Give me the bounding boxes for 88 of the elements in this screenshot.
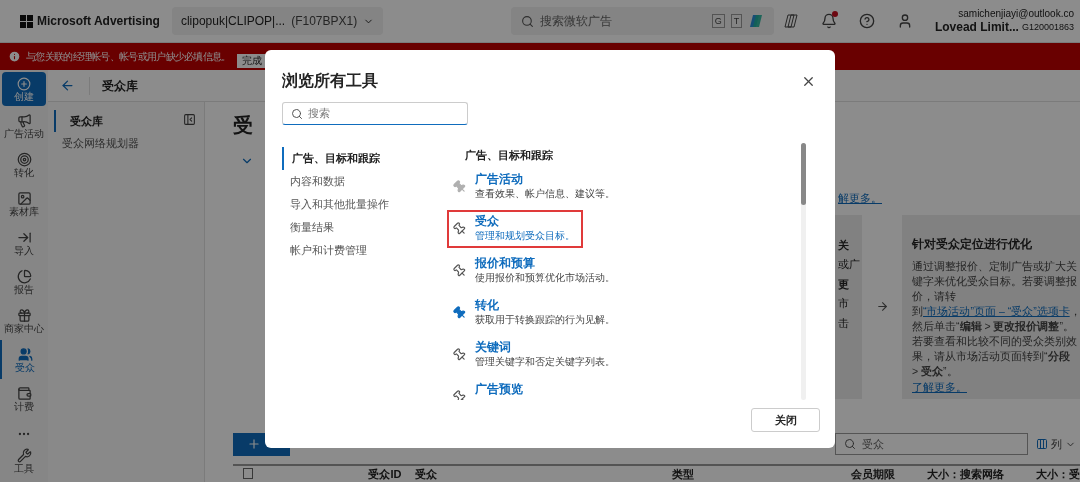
- tool-description: 管理和规划受众目标。: [475, 228, 575, 242]
- plus-icon: [17, 76, 31, 91]
- tool-item[interactable]: 报价和预算 使用报价和预算优化市场活动。: [447, 251, 623, 290]
- columns-icon: [1036, 438, 1048, 450]
- category-tab[interactable]: 衡量结果: [282, 216, 447, 239]
- column-header[interactable]: 会员期限: [807, 465, 902, 482]
- pie-chart-icon: [16, 268, 32, 284]
- alert-message: 与您关联的经理帐号、帐号或用户缺少必填信息。: [26, 50, 231, 64]
- search-icon: [291, 107, 303, 120]
- search-icon: [844, 438, 856, 450]
- tool-description: 获取用于转换跟踪的行为见解。: [475, 312, 615, 326]
- nav-item[interactable]: 报告: [0, 262, 48, 301]
- sidebar-item[interactable]: 受众网络规划器: [48, 132, 204, 154]
- tool-item[interactable]: 受众 管理和规划受众目标。: [447, 209, 583, 248]
- tool-description: 管理关键字和否定关键字列表。: [475, 354, 615, 368]
- column-header[interactable]: 大小：搜索网络: [901, 465, 1013, 482]
- tool-item[interactable]: 转化 获取用于转换跟踪的行为见解。: [447, 293, 623, 332]
- wrench-icon: [16, 447, 32, 463]
- dialog-title: 浏览所有工具: [282, 71, 378, 91]
- alert-icon: [8, 50, 21, 63]
- tool-item[interactable]: 广告预览: [447, 377, 531, 400]
- wallet-icon: [16, 385, 32, 401]
- logo-icon: [20, 14, 33, 28]
- column-header[interactable]: 类型: [672, 465, 808, 482]
- image-icon: [16, 190, 32, 206]
- gift-icon: [16, 307, 32, 323]
- learn-more-link[interactable]: 解更多。: [838, 190, 882, 207]
- tool-title[interactable]: 报价和预算: [475, 255, 615, 271]
- key-badge: T: [730, 14, 743, 28]
- scrollbar[interactable]: [801, 143, 806, 400]
- create-button[interactable]: 创建: [2, 72, 46, 106]
- nav-item[interactable]: 导入: [0, 223, 48, 262]
- account-selector[interactable]: clipopuk|CLIPOP|... (F107BPX1): [171, 7, 384, 35]
- page-title: 受: [233, 113, 253, 138]
- notification-icon[interactable]: [820, 13, 837, 29]
- nav-item[interactable]: 素材库: [0, 184, 48, 223]
- card-text: 市: [838, 296, 850, 311]
- plus-icon: [247, 437, 261, 451]
- people-icon: [17, 346, 33, 362]
- arrow-icon: [875, 300, 889, 313]
- card-text: 通过调整报价、定制广告或扩大关键字来优化受众目标。若要调整报价，请转到“市场活动”页面 – “受众”选项卡，然后单击“编辑 > 更改报价调整”。若要查看和比较不同的受众类别效果，请从市场活动页面转到“分段 > 受众”。: [912, 258, 1078, 379]
- section-title: 广告、目标和跟踪: [465, 148, 554, 163]
- nav-item[interactable]: 工具: [0, 441, 48, 480]
- filter-field[interactable]: 受众: [835, 433, 1028, 455]
- sidebar-item[interactable]: 受众库: [54, 110, 204, 132]
- tool-item[interactable]: 关键词 管理关键字和否定关键字列表。: [447, 335, 623, 374]
- search-field[interactable]: 搜索微软广告 G T: [511, 7, 775, 35]
- nav-item[interactable]: 计费: [0, 379, 48, 418]
- back-icon[interactable]: [60, 78, 75, 93]
- column-header[interactable]: 大小：受: [1012, 465, 1080, 482]
- help-icon[interactable]: [858, 13, 875, 29]
- nav-item[interactable]: 广告活动: [0, 106, 48, 145]
- nav-item[interactable]: 转化: [0, 145, 48, 184]
- column-header[interactable]: 受众: [409, 465, 673, 482]
- card-text: 关: [838, 237, 850, 253]
- nav-item[interactable]: 商家中心: [0, 301, 48, 340]
- category-tab[interactable]: 内容和数据: [282, 170, 447, 193]
- category-tab[interactable]: 帐户和计费管理: [282, 239, 447, 262]
- learn-more-link[interactable]: 了解更多。: [912, 378, 967, 395]
- card-text: 击: [838, 315, 850, 331]
- close-button[interactable]: 关闭: [751, 408, 820, 432]
- user-email: samichenjiayi@outlook.co: [958, 7, 1074, 20]
- megaphone-icon: [16, 112, 32, 128]
- brand-name: Microsoft Advertising: [37, 13, 160, 30]
- done-button[interactable]: 完成: [236, 53, 267, 68]
- account-name[interactable]: Lovead Limit...: [934, 20, 1019, 35]
- tool-description: 查看效果、帐户信息、建议等。: [475, 186, 615, 200]
- tool-title[interactable]: 转化: [475, 297, 615, 313]
- key-badge: G: [711, 14, 725, 28]
- link[interactable]: “市场活动”页面 – “受众”选项卡: [923, 304, 1070, 317]
- search-field[interactable]: 搜索: [282, 102, 468, 125]
- collapse-icon[interactable]: [183, 113, 196, 126]
- card-title: 针对受众定位进行优化: [912, 235, 1033, 253]
- card-text: 更: [838, 276, 850, 292]
- columns-button[interactable]: 列: [1036, 435, 1076, 453]
- checkbox[interactable]: [243, 468, 253, 480]
- search-icon: [521, 14, 535, 28]
- category-tab[interactable]: 导入和其他批量操作: [282, 193, 447, 216]
- tool-title[interactable]: 关键词: [475, 339, 615, 355]
- tool-title[interactable]: 受众: [475, 213, 575, 229]
- target-icon: [16, 151, 32, 167]
- card-text: 或广: [838, 257, 861, 272]
- tool-title[interactable]: 广告预览: [475, 381, 523, 397]
- account-id: G120001863: [1021, 20, 1074, 34]
- breadcrumb: 受众库: [89, 76, 138, 95]
- column-header[interactable]: 受众ID: [340, 465, 410, 482]
- category-tab[interactable]: 广告、目标和跟踪: [282, 147, 447, 170]
- tool-description: 使用报价和预算优化市场活动。: [475, 270, 615, 284]
